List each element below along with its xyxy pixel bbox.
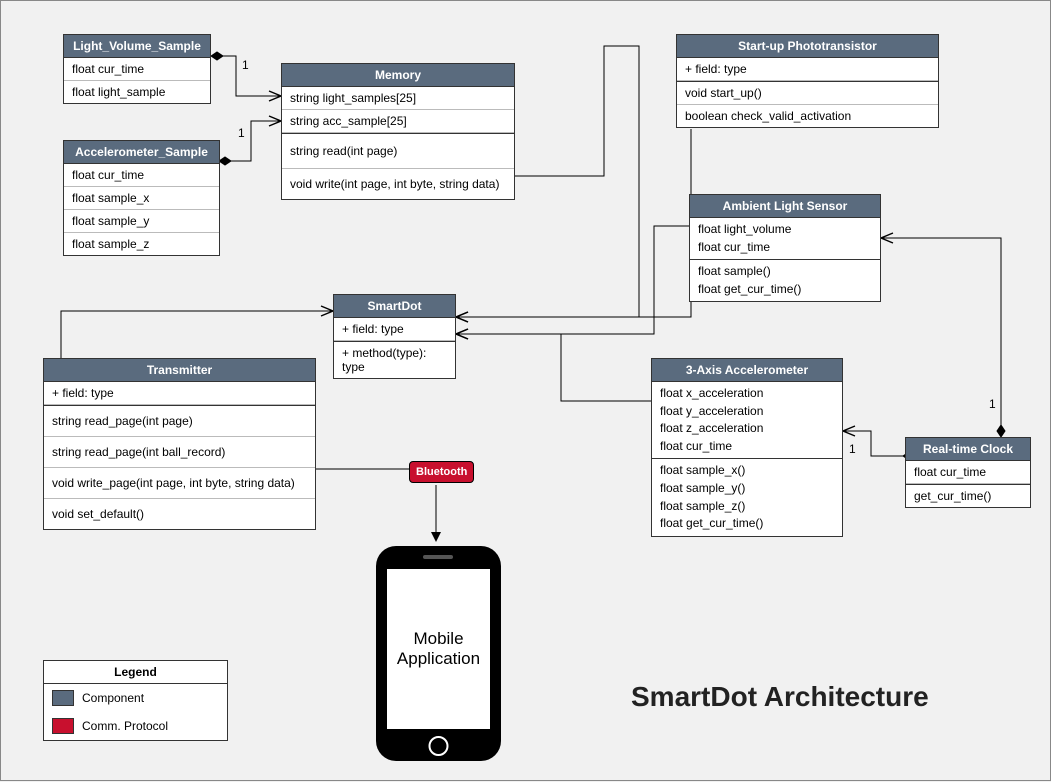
- method: get_cur_time(): [906, 484, 1030, 507]
- attr: float z_acceleration: [652, 420, 842, 438]
- box-realtime-clock: Real-time Clock float cur_time get_cur_t…: [905, 437, 1031, 508]
- box-title: Accelerometer_Sample: [64, 141, 219, 164]
- diagram-canvas: 1 1 1 1 Light_Volume_Sample float cur_ti…: [0, 0, 1051, 781]
- swatch-comm: [52, 718, 74, 734]
- box-accelerometer-sample: Accelerometer_Sample float cur_time floa…: [63, 140, 220, 256]
- box-title: Transmitter: [44, 359, 315, 382]
- multiplicity-1a: 1: [242, 58, 249, 72]
- attr: float cur_time: [652, 438, 842, 456]
- attr: float light_sample: [64, 81, 210, 103]
- box-smartdot: SmartDot + field: type + method(type): t…: [333, 294, 456, 379]
- bluetooth-badge: Bluetooth: [409, 461, 474, 483]
- box-transmitter: Transmitter + field: type string read_pa…: [43, 358, 316, 530]
- method: float get_cur_time(): [652, 515, 842, 533]
- attr: string acc_sample[25]: [282, 110, 514, 133]
- method: string read_page(int page): [44, 405, 315, 437]
- box-title: Light_Volume_Sample: [64, 35, 210, 58]
- attr: + field: type: [677, 58, 938, 81]
- attr: + field: type: [44, 382, 315, 405]
- method: void write_page(int page, int byte, stri…: [44, 468, 315, 499]
- method: + method(type): type: [334, 341, 455, 378]
- attr: float cur_time: [906, 461, 1030, 484]
- method: boolean check_valid_activation: [677, 105, 938, 127]
- box-ambient-light-sensor: Ambient Light Sensor float light_volume …: [689, 194, 881, 302]
- method: float get_cur_time(): [690, 281, 880, 299]
- method: float sample_z(): [652, 498, 842, 516]
- attr: float cur_time: [690, 239, 880, 257]
- attr: float sample_y: [64, 210, 219, 233]
- method: float sample_x(): [652, 462, 842, 480]
- attr: float sample_x: [64, 187, 219, 210]
- method: void start_up(): [677, 81, 938, 105]
- box-memory: Memory string light_samples[25] string a…: [281, 63, 515, 200]
- method: string read_page(int ball_record): [44, 437, 315, 468]
- box-title: Real-time Clock: [906, 438, 1030, 461]
- multiplicity-1d: 1: [849, 442, 856, 456]
- box-title: Memory: [282, 64, 514, 87]
- swatch-component: [52, 690, 74, 706]
- attr: float cur_time: [64, 164, 219, 187]
- method: void write(int page, int byte, string da…: [282, 169, 514, 199]
- attr: float y_acceleration: [652, 403, 842, 421]
- box-startup-phototransistor: Start-up Phototransistor + field: type v…: [676, 34, 939, 128]
- attr: float light_volume: [690, 221, 880, 239]
- attr: float x_acceleration: [652, 385, 842, 403]
- attr: float cur_time: [64, 58, 210, 81]
- legend-row-component: Component: [44, 684, 227, 712]
- box-3axis-accelerometer: 3-Axis Accelerometer float x_acceleratio…: [651, 358, 843, 537]
- legend-row-comm: Comm. Protocol: [44, 712, 227, 740]
- diagram-title: SmartDot Architecture: [631, 681, 929, 713]
- box-title: Start-up Phototransistor: [677, 35, 938, 58]
- phone-icon: Mobile Application: [371, 541, 506, 769]
- box-title: SmartDot: [334, 295, 455, 318]
- attr: string light_samples[25]: [282, 87, 514, 110]
- attr: + field: type: [334, 318, 455, 341]
- method: void set_default(): [44, 499, 315, 529]
- legend: Legend Component Comm. Protocol: [43, 660, 228, 741]
- multiplicity-1b: 1: [238, 126, 245, 140]
- box-light-volume-sample: Light_Volume_Sample float cur_time float…: [63, 34, 211, 104]
- method: float sample(): [690, 263, 880, 281]
- mobile-app-label: Mobile Application: [371, 629, 506, 669]
- multiplicity-1c: 1: [989, 397, 996, 411]
- attr: float sample_z: [64, 233, 219, 255]
- box-title: Ambient Light Sensor: [690, 195, 880, 218]
- legend-title: Legend: [44, 661, 227, 684]
- box-title: 3-Axis Accelerometer: [652, 359, 842, 382]
- method: float sample_y(): [652, 480, 842, 498]
- method: string read(int page): [282, 133, 514, 169]
